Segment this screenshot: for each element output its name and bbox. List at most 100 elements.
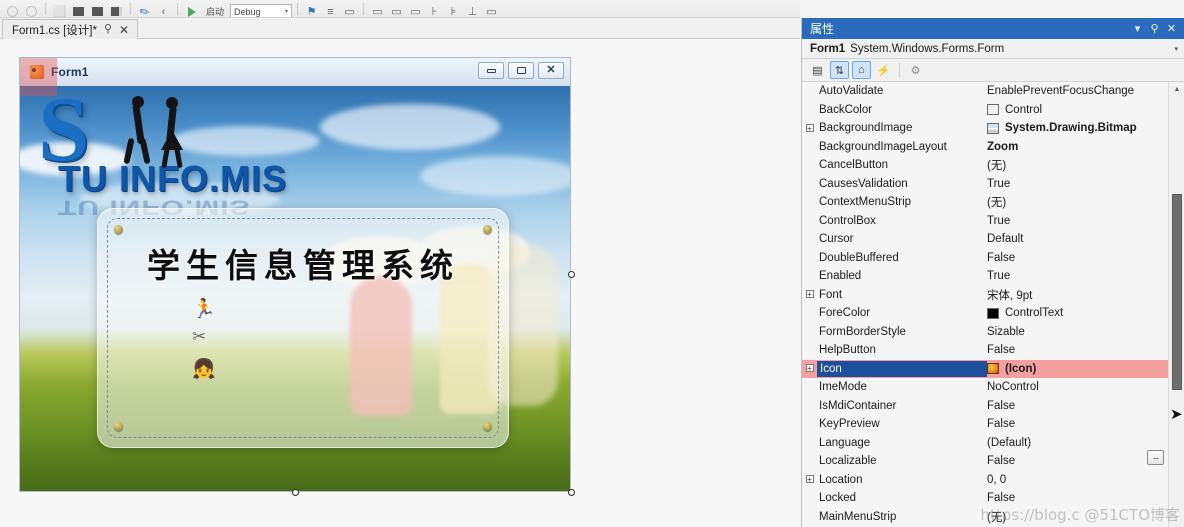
form-client-area[interactable]: S TU INFO.MIS TU INFO.MIS xyxy=(20,86,570,491)
property-value-cell[interactable]: EnablePreventFocusChange xyxy=(987,85,1168,97)
property-row[interactable]: CausesValidation True xyxy=(802,175,1168,194)
comment-icon[interactable]: ≡ xyxy=(322,3,339,18)
properties-object-selector[interactable]: Form1 System.Windows.Forms.Form ▾ xyxy=(802,39,1184,59)
property-row[interactable]: BackgroundImageLayout Zoom xyxy=(802,138,1168,157)
property-row[interactable]: + Font 宋体, 9pt xyxy=(802,286,1168,305)
property-row[interactable]: HelpButton False xyxy=(802,341,1168,360)
property-row[interactable]: BackColor Control xyxy=(802,101,1168,120)
content-panel[interactable]: 学生信息管理系统 🏃 ✂ 👧 xyxy=(97,208,509,448)
property-value-cell[interactable]: False xyxy=(987,455,1168,467)
alphabetical-button[interactable]: ⇅ xyxy=(830,61,849,79)
events-button[interactable]: ⚡ xyxy=(874,61,893,79)
categorized-button[interactable]: ▤ xyxy=(808,61,827,79)
property-value-cell[interactable]: True xyxy=(987,178,1168,190)
property-row[interactable]: ForeColor ControlText xyxy=(802,304,1168,323)
resize-handle-bottom[interactable] xyxy=(292,489,299,496)
maximize-button[interactable] xyxy=(508,62,534,79)
property-row[interactable]: Localizable False xyxy=(802,452,1168,471)
property-row[interactable]: + Location 0, 0 xyxy=(802,471,1168,490)
copy-icon[interactable] xyxy=(89,3,106,17)
chevron-down-icon[interactable]: ▾ xyxy=(1174,45,1178,53)
property-value-cell[interactable]: False xyxy=(987,252,1168,264)
close-button[interactable]: ✕ xyxy=(538,62,564,79)
close-icon[interactable]: ✕ xyxy=(119,24,129,36)
property-value-cell[interactable]: (无) xyxy=(987,194,1168,210)
navigate-back-icon[interactable]: ‹ xyxy=(155,3,172,18)
find-icon[interactable]: ⚑ xyxy=(303,3,320,17)
property-row[interactable]: Enabled True xyxy=(802,267,1168,286)
property-row[interactable]: Locked False xyxy=(802,489,1168,508)
property-value-cell[interactable]: Zoom xyxy=(987,141,1168,153)
property-value-cell[interactable]: (无) xyxy=(987,157,1168,173)
property-row[interactable]: KeyPreview False xyxy=(802,415,1168,434)
property-row[interactable]: DoubleBuffered False xyxy=(802,249,1168,268)
property-value-cell[interactable]: (Icon) xyxy=(987,363,1168,375)
form-designer-surface[interactable]: Form1 ✕ S TU INFO.MIS TU 学生信息管理系统 🏃 ✂ 👧 xyxy=(0,39,800,527)
property-row[interactable]: Language (Default) xyxy=(802,434,1168,453)
configuration-combo[interactable]: Debug ▾ xyxy=(230,4,292,17)
paste-icon[interactable] xyxy=(108,3,125,17)
designed-form[interactable]: Form1 ✕ S TU INFO.MIS TU 学生信息管理系统 🏃 ✂ 👧 xyxy=(19,57,571,492)
property-value-cell[interactable]: Default xyxy=(987,233,1168,245)
property-row[interactable]: AutoValidate EnablePreventFocusChange xyxy=(802,82,1168,101)
property-value-cell[interactable]: 宋体, 9pt xyxy=(987,287,1168,303)
more-icon[interactable]: ▭ xyxy=(483,3,500,17)
bookmark-icon[interactable]: ⊥ xyxy=(464,3,481,17)
properties-button[interactable]: ⌂ xyxy=(852,61,871,79)
cut-icon[interactable] xyxy=(70,3,87,17)
property-value-cell[interactable]: (Default) xyxy=(987,437,1168,449)
start-debug-icon[interactable] xyxy=(183,3,200,17)
new-item-icon[interactable]: ⬜ xyxy=(51,3,68,17)
uncomment-icon[interactable]: ▭ xyxy=(341,3,358,17)
property-row[interactable]: ContextMenuStrip (无) xyxy=(802,193,1168,212)
property-row[interactable]: ControlBox True xyxy=(802,212,1168,231)
minimize-button[interactable] xyxy=(478,62,504,79)
expand-toggle-icon[interactable]: + xyxy=(802,364,817,373)
format-icon[interactable]: ✎ xyxy=(133,0,157,17)
resize-handle-right[interactable] xyxy=(568,271,575,278)
property-value-cell[interactable]: NoControl xyxy=(987,381,1168,393)
align-right-icon[interactable]: ▭ xyxy=(407,3,424,17)
property-value-cell[interactable]: False xyxy=(987,418,1168,430)
property-value-cell[interactable]: Control xyxy=(987,104,1168,116)
resize-handle-corner[interactable] xyxy=(568,489,575,496)
scroll-up-arrow-icon[interactable]: ▲ xyxy=(1169,82,1184,97)
property-value-cell[interactable]: True xyxy=(987,215,1168,227)
property-row[interactable]: ImeMode NoControl xyxy=(802,378,1168,397)
property-row[interactable]: CancelButton (无) xyxy=(802,156,1168,175)
property-value-cell[interactable]: 0, 0 xyxy=(987,474,1168,486)
pin-icon[interactable]: ⚲ xyxy=(104,24,112,35)
form-selection[interactable]: Form1 ✕ S TU INFO.MIS TU 学生信息管理系统 🏃 ✂ 👧 xyxy=(19,57,575,496)
outdent-icon[interactable]: ⊧ xyxy=(445,3,462,17)
property-row[interactable]: FormBorderStyle Sizable xyxy=(802,323,1168,342)
property-row[interactable]: Cursor Default xyxy=(802,230,1168,249)
property-row[interactable]: + Icon (Icon) xyxy=(802,359,1168,378)
start-label[interactable]: 启动 xyxy=(202,3,228,17)
expand-toggle-icon[interactable]: + xyxy=(802,290,817,299)
scrollbar-thumb[interactable] xyxy=(1172,194,1182,390)
property-row[interactable]: + BackgroundImage System.Drawing.Bitmap xyxy=(802,119,1168,138)
expand-toggle-icon[interactable]: + xyxy=(802,475,817,484)
property-value-cell[interactable]: False xyxy=(987,492,1168,504)
property-value-cell[interactable]: System.Drawing.Bitmap xyxy=(987,122,1168,134)
property-value-cell[interactable]: ControlText xyxy=(987,307,1168,319)
close-icon[interactable]: ✕ xyxy=(1163,22,1180,35)
panel-dropdown-icon[interactable]: ▾ xyxy=(1129,22,1146,35)
property-value-cell[interactable]: Sizable xyxy=(987,326,1168,338)
property-row[interactable]: MainMenuStrip (无) xyxy=(802,508,1168,527)
indent-icon[interactable]: ⊦ xyxy=(426,3,443,17)
property-row[interactable]: IsMdiContainer False xyxy=(802,397,1168,416)
tab-form1-designer[interactable]: Form1.cs [设计]* ⚲ ✕ xyxy=(2,19,139,39)
property-value-cell[interactable]: False xyxy=(987,344,1168,356)
pin-icon[interactable]: ⚲ xyxy=(1146,22,1163,35)
expand-toggle-icon[interactable]: + xyxy=(802,123,817,133)
properties-grid[interactable]: AutoValidate EnablePreventFocusChange Back… xyxy=(802,82,1168,527)
align-center-icon[interactable]: ▭ xyxy=(388,3,405,17)
properties-scrollbar[interactable]: ▲ xyxy=(1168,82,1184,527)
icon-browse-button[interactable]: ... xyxy=(1147,450,1164,465)
property-value-cell[interactable]: True xyxy=(987,270,1168,282)
undo-icon[interactable] xyxy=(4,3,21,17)
align-left-icon[interactable]: ▭ xyxy=(369,3,386,17)
property-pages-button[interactable]: ⚙ xyxy=(906,61,925,79)
property-value-cell[interactable]: (无) xyxy=(987,509,1168,525)
